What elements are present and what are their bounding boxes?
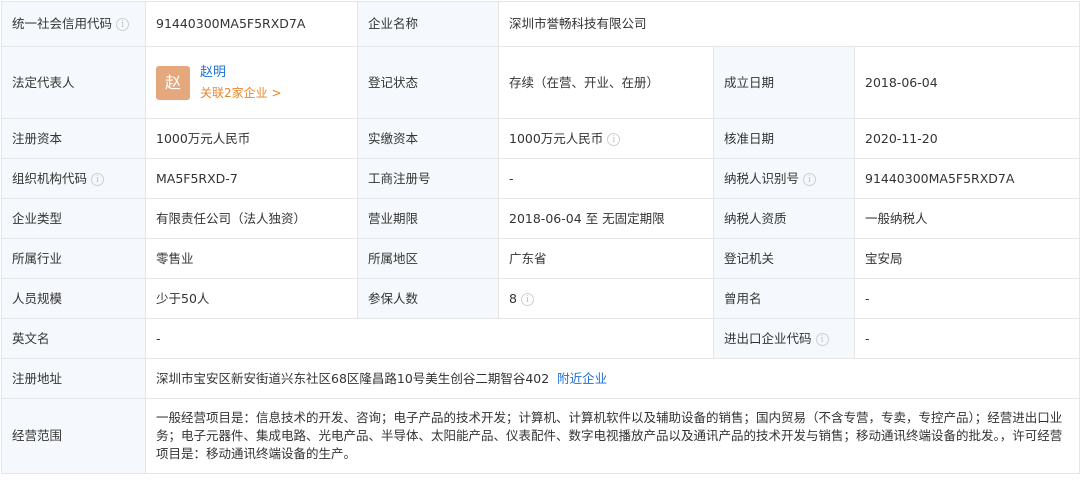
org-code-value: MA5F5RXD-7 xyxy=(145,158,358,199)
scope-label: 经营范围 xyxy=(1,398,146,474)
staff-size-value: 少于50人 xyxy=(145,278,358,319)
reg-status-label: 登记状态 xyxy=(357,46,499,119)
taxpayer-id-value: 91440300MA5F5RXD7A xyxy=(853,158,1080,199)
taxpayer-qual-value: 一般纳税人 xyxy=(853,198,1080,239)
info-circle-icon[interactable]: i xyxy=(815,332,829,346)
biz-term-label: 营业期限 xyxy=(357,198,499,239)
company-name-label: 企业名称 xyxy=(357,1,499,47)
table-row: 人员规模 少于50人 参保人数 8i 曾用名 - xyxy=(1,278,1080,319)
region-value: 广东省 xyxy=(498,238,714,279)
address-label: 注册地址 xyxy=(1,358,146,399)
taxpayer-id-label: 纳税人识别号 xyxy=(724,170,800,186)
company-name-value: 深圳市誉畅科技有限公司 xyxy=(497,1,1080,47)
table-row: 注册资本 1000万元人民币 实缴资本 1000万元人民币 i 核准日期 2020… xyxy=(1,118,1080,159)
english-name-label: 英文名 xyxy=(1,318,146,359)
paid-capital-value: 1000万元人民币 xyxy=(509,130,604,146)
org-code-label: 组织机构代码 xyxy=(12,170,88,186)
former-name-label: 曾用名 xyxy=(713,278,855,319)
table-row: 英文名 - 进出口企业代码 i - xyxy=(1,318,1080,359)
company-type-label: 企业类型 xyxy=(1,198,146,239)
import-export-code-value: - xyxy=(853,318,1080,359)
reg-capital-label: 注册资本 xyxy=(1,118,146,159)
info-circle-icon[interactable]: i xyxy=(803,172,817,186)
import-export-code-label-cell: 进出口企业代码 i xyxy=(713,318,855,359)
company-info-table: 统一社会信用代码 i 91440300MA5F5RXD7A 企业名称 深圳市誉畅科… xyxy=(1,1,1080,474)
approval-date-value: 2020-11-20 xyxy=(853,118,1080,159)
table-row: 法定代表人 赵 赵明 关联2家企业 > 登记状态 存续（在营、开业、在册） 成立… xyxy=(1,46,1080,119)
nearby-companies-link[interactable]: 附近企业 xyxy=(557,371,607,386)
table-row: 统一社会信用代码 i 91440300MA5F5RXD7A 企业名称 深圳市誉畅科… xyxy=(1,1,1080,47)
reg-capital-value: 1000万元人民币 xyxy=(145,118,358,159)
info-circle-icon[interactable]: i xyxy=(607,132,621,146)
info-circle-icon[interactable]: i xyxy=(91,172,105,186)
reg-authority-value: 宝安局 xyxy=(853,238,1080,279)
insured-label: 参保人数 xyxy=(357,278,499,319)
biz-term-value: 2018-06-04 至 无固定期限 xyxy=(498,198,714,239)
paid-capital-cell: 1000万元人民币 i xyxy=(498,118,714,159)
paid-capital-label: 实缴资本 xyxy=(357,118,499,159)
former-name-value: - xyxy=(853,278,1080,319)
reg-authority-label: 登记机关 xyxy=(713,238,855,279)
biz-reg-no-value: - xyxy=(498,158,714,199)
company-type-value: 有限责任公司（法人独资） xyxy=(145,198,358,239)
credit-code-label-cell: 统一社会信用代码 i xyxy=(1,1,146,47)
org-code-label-cell: 组织机构代码 i xyxy=(1,158,146,199)
avatar[interactable]: 赵 xyxy=(156,65,190,100)
legal-rep-cell: 赵 赵明 关联2家企业 > xyxy=(145,46,358,119)
info-circle-icon[interactable]: i xyxy=(520,292,534,306)
legal-rep-label: 法定代表人 xyxy=(1,46,146,119)
insured-cell: 8i xyxy=(498,278,714,319)
founded-value: 2018-06-04 xyxy=(853,46,1080,119)
staff-size-label: 人员规模 xyxy=(1,278,146,319)
table-row: 组织机构代码 i MA5F5RXD-7 工商注册号 - 纳税人识别号 i 91440… xyxy=(1,158,1080,199)
region-label: 所属地区 xyxy=(357,238,499,279)
reg-status-value: 存续（在营、开业、在册） xyxy=(498,46,714,119)
legal-rep-name-link[interactable]: 赵明 xyxy=(200,64,282,82)
taxpayer-id-label-cell: 纳税人识别号 i xyxy=(713,158,855,199)
scope-value: 一般经营项目是：信息技术的开发、咨询；电子产品的技术开发；计算机、计算机软件以及… xyxy=(144,398,1080,474)
credit-code-label: 统一社会信用代码 xyxy=(12,16,113,31)
address-cell: 深圳市宝安区新安街道兴东社区68区隆昌路10号美生创谷二期智谷402 附近企业 xyxy=(144,358,1080,399)
approval-date-label: 核准日期 xyxy=(713,118,855,159)
import-export-code-label: 进出口企业代码 xyxy=(724,330,812,346)
taxpayer-qual-label: 纳税人资质 xyxy=(713,198,855,239)
related-companies-link[interactable]: 关联2家企业 > xyxy=(200,84,282,102)
info-circle-icon[interactable]: i xyxy=(116,18,130,31)
industry-value: 零售业 xyxy=(145,238,358,279)
english-name-value: - xyxy=(145,318,714,359)
founded-label: 成立日期 xyxy=(713,46,855,119)
table-row: 企业类型 有限责任公司（法人独资） 营业期限 2018-06-04 至 无固定期… xyxy=(1,198,1080,239)
table-row: 经营范围 一般经营项目是：信息技术的开发、咨询；电子产品的技术开发；计算机、计算… xyxy=(1,398,1080,474)
biz-reg-no-label: 工商注册号 xyxy=(357,158,499,199)
credit-code-value: 91440300MA5F5RXD7A xyxy=(145,1,358,47)
table-row: 所属行业 零售业 所属地区 广东省 登记机关 宝安局 xyxy=(1,238,1080,279)
address-value: 深圳市宝安区新安街道兴东社区68区隆昌路10号美生创谷二期智谷402 xyxy=(156,370,550,386)
insured-value: 8 xyxy=(509,290,517,306)
table-row: 注册地址 深圳市宝安区新安街道兴东社区68区隆昌路10号美生创谷二期智谷402 附… xyxy=(1,358,1080,399)
industry-label: 所属行业 xyxy=(1,238,146,279)
